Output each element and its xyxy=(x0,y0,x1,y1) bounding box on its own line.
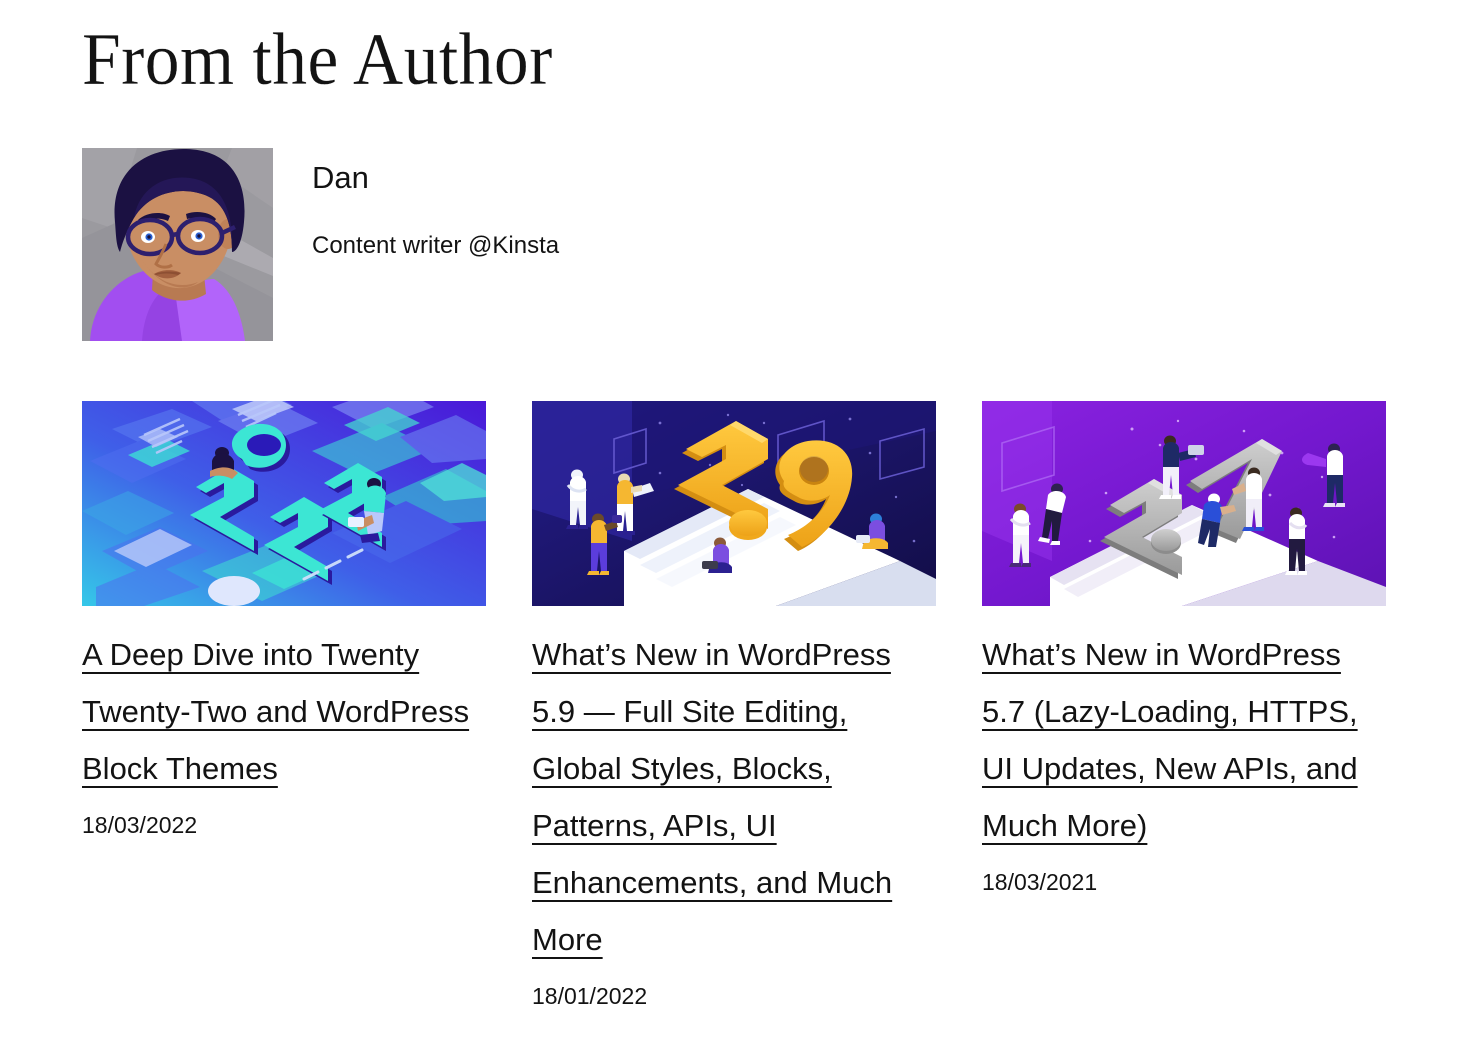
post-date: 18/01/2022 xyxy=(532,983,648,1009)
author-name: Dan xyxy=(312,160,369,195)
post-thumbnail-wp59[interactable] xyxy=(532,401,936,606)
avatar xyxy=(82,148,273,341)
author-meta: Dan Content writer @Kinsta xyxy=(312,148,559,261)
post-title-link[interactable]: What’s New in WordPress 5.7 (Lazy-Loadin… xyxy=(982,637,1358,843)
post-card: What’s New in WordPress 5.7 (Lazy-Loadin… xyxy=(982,401,1386,896)
post-title-link[interactable]: A Deep Dive into Twenty Twenty-Two and W… xyxy=(82,637,469,786)
related-posts-grid: A Deep Dive into Twenty Twenty-Two and W… xyxy=(82,401,1386,1010)
post-thumbnail-2022[interactable] xyxy=(82,401,486,606)
from-the-author-section: From the Author Dan Content writer @Kins… xyxy=(0,0,1470,1064)
author-card: Dan Content writer @Kinsta xyxy=(82,148,559,341)
post-title-link[interactable]: What’s New in WordPress 5.9 — Full Site … xyxy=(532,637,892,957)
post-date: 18/03/2021 xyxy=(982,869,1098,895)
post-title-link-wrap: What’s New in WordPress 5.9 — Full Site … xyxy=(532,626,936,968)
post-card: What’s New in WordPress 5.9 — Full Site … xyxy=(532,401,936,1010)
post-card: A Deep Dive into Twenty Twenty-Two and W… xyxy=(82,401,486,839)
post-title-link-wrap: What’s New in WordPress 5.7 (Lazy-Loadin… xyxy=(982,626,1386,854)
page-title: From the Author xyxy=(82,19,553,101)
post-date: 18/03/2022 xyxy=(82,812,198,838)
post-title-link-wrap: A Deep Dive into Twenty Twenty-Two and W… xyxy=(82,626,486,797)
author-role: Content writer @Kinsta xyxy=(312,232,560,259)
post-thumbnail-wp57[interactable] xyxy=(982,401,1386,606)
